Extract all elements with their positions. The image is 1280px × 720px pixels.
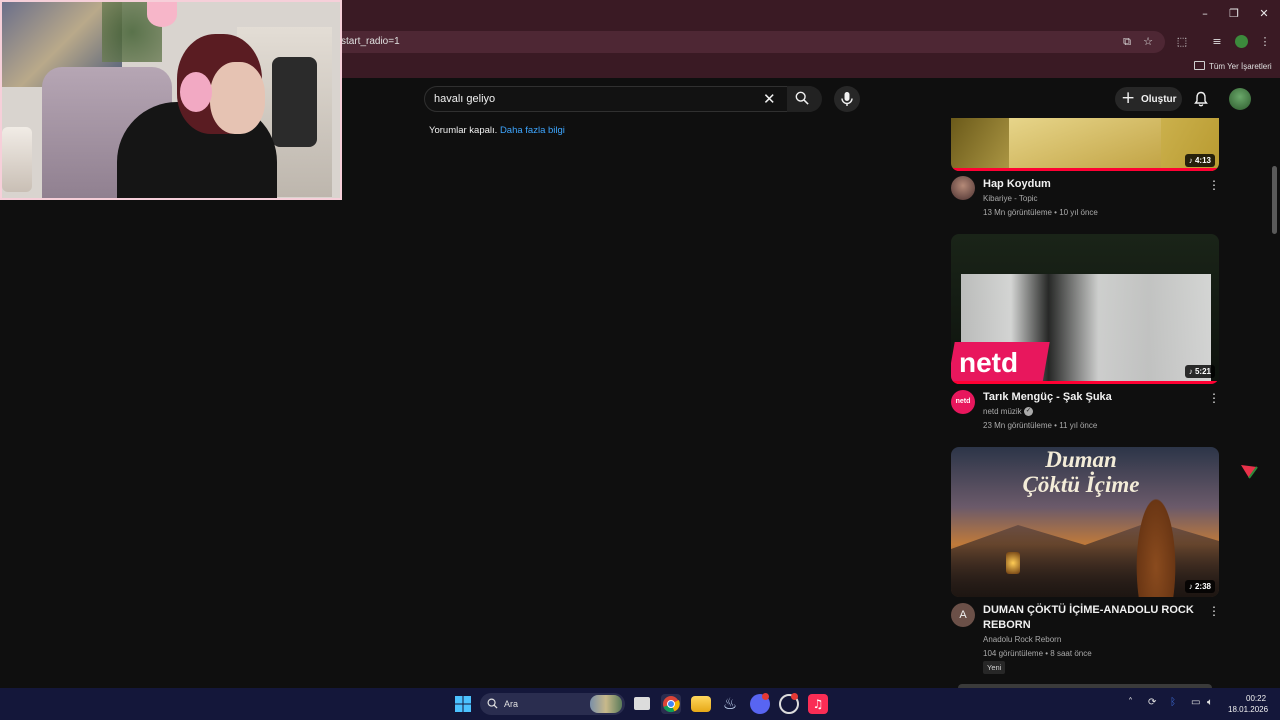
notifications-bell-icon[interactable] (1193, 91, 1209, 107)
extensions-icon[interactable]: ⬚ (1175, 35, 1189, 49)
hanging-jacket (272, 57, 317, 147)
search-highlight-image (590, 695, 622, 713)
verified-icon: ✓ (1023, 407, 1033, 417)
channel-name[interactable]: Kibariye - Topic (983, 194, 1038, 203)
video-title[interactable]: Tarık Mengüç - Şak Şuka (983, 390, 1203, 405)
all-bookmarks-link[interactable]: Tüm Yer İşaretleri (1209, 62, 1272, 71)
close-window-icon[interactable]: ✕ (1256, 6, 1272, 22)
microphone-icon (841, 92, 853, 106)
media-control-icon[interactable]: ≡ (1210, 35, 1224, 49)
channel-avatar[interactable]: A (951, 603, 975, 627)
video-title[interactable]: DUMAN ÇÖKTÜ İÇİME-ANADOLU ROCK REBORN (983, 603, 1203, 633)
search-icon[interactable] (795, 91, 809, 105)
video-meta: 104 görüntüleme • 8 saat önce (983, 649, 1092, 658)
video-thumbnail[interactable]: netd ♪ 5:21 (951, 234, 1219, 384)
volume-icon[interactable]: 🔈︎ (1207, 697, 1213, 708)
more-actions-icon[interactable]: ⋮ (1208, 179, 1220, 191)
more-actions-icon[interactable]: ⋮ (1208, 392, 1220, 404)
channel-avatar[interactable]: netd (951, 390, 975, 414)
video-title[interactable]: Hap Koydum (983, 177, 1203, 192)
chrome-icon (663, 696, 680, 713)
video-meta: 23 Mn görüntüleme • 11 yıl önce (983, 421, 1098, 430)
address-bar[interactable] (330, 31, 1165, 53)
video-meta: 13 Mn görüntüleme • 10 yıl önce (983, 208, 1098, 217)
scrollbar-thumb[interactable] (1272, 166, 1277, 234)
taskbar-search-icon (487, 698, 498, 709)
taskbar-clock-date[interactable]: 18.01.2026 (1228, 705, 1268, 714)
bookmark-star-icon[interactable]: ☆ (1141, 35, 1155, 49)
file-explorer-icon[interactable] (691, 696, 711, 712)
clear-search-icon[interactable]: ✕ (763, 91, 777, 107)
video-thumbnail[interactable]: ♪ 4:13 (951, 118, 1219, 171)
bottle (2, 127, 32, 192)
learn-more-link[interactable]: Daha fazla bilgi (500, 125, 565, 136)
netd-logo-text: netd (959, 347, 1019, 378)
channel-name[interactable]: netd müzik ✓ (983, 407, 1033, 417)
task-view-icon[interactable] (634, 697, 650, 710)
duration-badge: ♪ 5:21 (1184, 365, 1215, 378)
watch-progress-bar (951, 381, 1219, 384)
comments-off-text: Yorumlar kapalı. (429, 125, 498, 136)
duration-badge: ♪ 2:38 (1184, 580, 1215, 593)
channel-avatar[interactable] (951, 176, 975, 200)
create-button-label: Oluştur (1141, 94, 1177, 105)
watermelon-icon (1241, 465, 1258, 479)
webcam-overlay (0, 0, 342, 200)
comments-disabled-note: Yorumlar kapalı. Daha fazla bilgi (429, 125, 565, 136)
cast-icon[interactable]: ⧉ (1120, 35, 1134, 49)
pink-headphones (180, 72, 212, 112)
browser-menu-icon[interactable]: ⋮ (1258, 35, 1272, 49)
chrome-taskbar-button[interactable] (661, 694, 681, 714)
watch-progress-bar (951, 168, 1219, 171)
thumbnail-image (1009, 118, 1161, 168)
new-badge: Yeni (983, 661, 1006, 674)
lantern (1006, 552, 1020, 574)
video-thumbnail[interactable]: Duman Çöktü İçime ♪ 2:38 (951, 447, 1219, 597)
notification-dot (762, 693, 769, 700)
music-app-icon[interactable]: ♫ (808, 694, 828, 714)
url-text[interactable]: start_radio=1 (341, 36, 400, 47)
network-icon[interactable]: ▭ (1191, 697, 1200, 708)
notification-dot (791, 693, 798, 700)
taskbar-clock-time[interactable]: 00:22 (1246, 694, 1266, 703)
headphone-cat-ear (147, 2, 177, 27)
tray-overflow-icon[interactable]: ˄ (1128, 697, 1133, 708)
voice-search-button[interactable] (834, 86, 860, 112)
person-face (210, 62, 265, 134)
folder-icon (1194, 61, 1205, 70)
plus-icon: + (1121, 88, 1136, 108)
steam-icon[interactable]: ♨ (720, 694, 740, 714)
windows-start-icon[interactable] (455, 696, 471, 712)
minimize-icon[interactable]: – (1197, 6, 1213, 22)
duration-badge: ♪ 4:13 (1184, 154, 1215, 167)
search-query-text[interactable]: havalı geliyo (434, 93, 495, 105)
channel-name[interactable]: Anadolu Rock Reborn (983, 635, 1061, 644)
browser-profile-avatar[interactable] (1235, 35, 1248, 48)
thumbnail-title-text: Duman Çöktü İçime (1022, 447, 1140, 497)
account-avatar[interactable] (1229, 88, 1251, 110)
taskbar-search-label: Ara (504, 699, 519, 709)
restore-icon[interactable]: ❐ (1226, 6, 1242, 22)
more-actions-icon[interactable]: ⋮ (1208, 605, 1220, 617)
bluetooth-icon[interactable]: ᛒ (1170, 697, 1176, 708)
sync-icon[interactable]: ⟳ (1148, 697, 1156, 708)
